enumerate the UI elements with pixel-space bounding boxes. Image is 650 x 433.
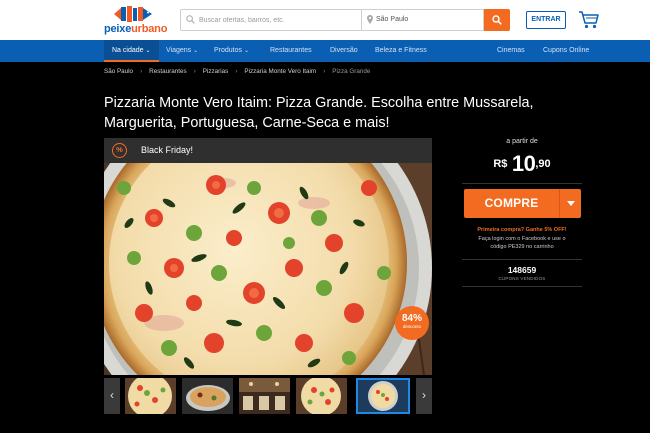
coupons-sold-count: 148659 (507, 265, 537, 275)
nav-item-cupons-online[interactable]: Cupons Online (543, 40, 589, 62)
price-currency: R$ (493, 158, 508, 170)
price-from-label: a partir de (506, 138, 538, 145)
breadcrumb-item[interactable]: São Paulo (104, 68, 133, 75)
buy-button-label: COMPRE (484, 196, 539, 210)
nav-item-label: Produtos (214, 47, 243, 54)
buy-button[interactable]: COMPRE (464, 189, 581, 218)
chevron-right-icon: › (422, 388, 426, 402)
nav-item-produtos[interactable]: Produtos ⌄ (214, 40, 249, 62)
nav-item-label: Cupons Online (543, 47, 590, 54)
page-title: Pizzaria Monte Vero Itaim: Pizza Grande.… (104, 95, 534, 131)
nav-item-viagens[interactable]: Viagens ⌄ (166, 40, 198, 62)
next-arrow-button[interactable]: › (416, 378, 432, 414)
nav-item-label: Beleza e Fitness (375, 47, 427, 54)
divider (462, 183, 582, 184)
discount-label: desconto (402, 324, 422, 329)
buy-options-dropdown[interactable] (559, 189, 581, 218)
nav-item-label: Na cidade (112, 47, 144, 54)
thumbnail[interactable] (239, 378, 290, 414)
breadcrumb-item[interactable]: Pizzarias (203, 68, 229, 75)
search-icon (186, 15, 195, 24)
promo-text: Faça login com o Facebook e use o código… (478, 236, 566, 250)
thumbnail-selected[interactable] (356, 378, 410, 414)
caret-down-icon (567, 201, 575, 206)
black-friday-banner: % Black Friday! (104, 138, 432, 163)
thumbnail-strip: ‹ › (104, 378, 432, 414)
peixe-urbano-logo[interactable]: peixeurbano (104, 4, 167, 36)
search-bar: São Paulo (180, 9, 510, 31)
nav-item-label: Restaurantes (270, 47, 312, 54)
city-selector[interactable]: São Paulo (361, 9, 484, 31)
shopping-cart-icon[interactable] (578, 10, 600, 30)
nav-item-beleza-fitness[interactable]: Beleza e Fitness (375, 40, 427, 62)
thumbnail[interactable] (125, 378, 176, 414)
breadcrumb-separator: › (140, 68, 143, 75)
nav-item-label: Cinemas (497, 47, 525, 54)
breadcrumb: São Paulo › Restaurantes › Pizzarias › Pizzari… (104, 68, 370, 75)
banner-text: Black Friday! (141, 145, 194, 155)
breadcrumb-separator: › (323, 68, 326, 75)
nav-item-na-cidade[interactable]: Na cidade ⌄ (104, 40, 159, 62)
chevron-down-icon: ⌄ (244, 48, 250, 54)
thumbnail[interactable] (296, 378, 347, 414)
thumbnail[interactable] (182, 378, 233, 414)
discount-value: 84% (401, 313, 422, 324)
search-input[interactable] (199, 14, 357, 27)
location-pin-icon (367, 15, 373, 24)
prev-arrow-button[interactable]: ‹ (104, 378, 120, 414)
nav-item-restaurantes[interactable]: Restaurantes (270, 40, 312, 62)
breadcrumb-item[interactable]: Pizzaria Monte Vero Itaim (244, 68, 316, 75)
city-value: São Paulo (376, 16, 409, 23)
promo-title: Primeira compra? Ganhe 5% OFF! (477, 227, 567, 233)
logo-part1: peixe (104, 23, 132, 35)
price-integer: 10 (511, 151, 536, 176)
breadcrumb-item[interactable]: Restaurantes (149, 68, 186, 75)
percent-icon: % (112, 143, 127, 158)
login-button[interactable]: ENTRAR (526, 11, 566, 29)
search-field[interactable] (180, 9, 361, 31)
chevron-down-icon: ⌄ (145, 48, 151, 54)
logo-part2: urbano (131, 23, 168, 35)
breadcrumb-separator: › (193, 68, 196, 75)
divider (462, 286, 582, 287)
nav-item-label: Diversão (330, 47, 358, 54)
chevron-left-icon: ‹ (110, 388, 114, 402)
breadcrumb-current: Pizza Grande (332, 68, 371, 75)
price: R$ 10,90 (462, 151, 582, 177)
nav-item-label: Viagens (166, 47, 192, 54)
top-header: peixeurbano São Paulo ENTRAR (0, 0, 650, 40)
chevron-down-icon: ⌄ (193, 48, 199, 54)
search-button[interactable] (484, 9, 510, 31)
discount-badge: 84% desconto (395, 306, 429, 340)
search-icon (492, 15, 502, 25)
logo-wordmark: peixeurbano (104, 23, 167, 35)
price-decimal: ,90 (535, 158, 551, 170)
divider (462, 259, 582, 260)
nav-item-diversao[interactable]: Diversão (330, 40, 358, 62)
main-nav: Na cidade ⌄ Viagens ⌄ Produtos ⌄ Restaurant… (0, 40, 650, 62)
breadcrumb-separator: › (235, 68, 238, 75)
nav-item-cinemas[interactable]: Cinemas (497, 40, 525, 62)
coupons-sold-label: CUPONS VENDIDOS (498, 276, 546, 281)
pizza-photo (104, 163, 432, 375)
fish-logo-icon (114, 6, 152, 22)
deal-gallery: % Black Friday! 84% desconto (104, 138, 432, 375)
